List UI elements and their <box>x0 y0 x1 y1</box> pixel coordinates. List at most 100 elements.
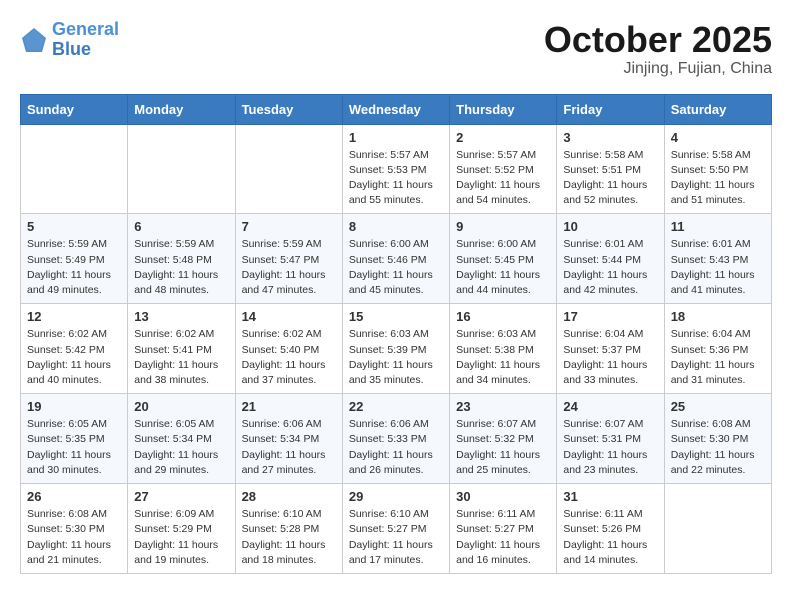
location: Jinjing, Fujian, China <box>544 60 772 78</box>
calendar-cell: 8 Sunrise: 6:00 AM Sunset: 5:46 PM Daylig… <box>342 214 449 304</box>
calendar-cell: 1 Sunrise: 5:57 AM Sunset: 5:53 PM Daylig… <box>342 124 449 214</box>
day-number: 5 <box>27 219 121 234</box>
day-number: 19 <box>27 399 121 414</box>
day-number: 26 <box>27 489 121 504</box>
calendar-cell: 12 Sunrise: 6:02 AM Sunset: 5:42 PM Dayli… <box>21 304 128 394</box>
calendar-cell: 29Sunrise: 6:10 AM Sunset: 5:27 PM Dayli… <box>342 484 449 574</box>
calendar-cell: 19 Sunrise: 6:05 AM Sunset: 5:35 PM Dayli… <box>21 394 128 484</box>
calendar-cell: 4 Sunrise: 5:58 AM Sunset: 5:50 PM Daylig… <box>664 124 771 214</box>
weekday-header: Thursday <box>450 94 557 124</box>
day-number: 22 <box>349 399 443 414</box>
day-number: 11 <box>671 219 765 234</box>
weekday-header: Wednesday <box>342 94 449 124</box>
day-info: Sunrise: 5:59 AM Sunset: 5:47 PM Dayligh… <box>242 237 336 298</box>
day-info: Sunrise: 6:07 AM Sunset: 5:31 PM Dayligh… <box>563 417 657 478</box>
day-number: 14 <box>242 309 336 324</box>
day-number: 16 <box>456 309 550 324</box>
day-info: Sunrise: 6:00 AM Sunset: 5:46 PM Dayligh… <box>349 237 443 298</box>
weekday-header: Friday <box>557 94 664 124</box>
calendar-cell: 16 Sunrise: 6:03 AM Sunset: 5:38 PM Dayli… <box>450 304 557 394</box>
calendar-cell: 3 Sunrise: 5:58 AM Sunset: 5:51 PM Daylig… <box>557 124 664 214</box>
calendar-cell: 30 Sunrise: 6:11 AM Sunset: 5:27 PM Dayli… <box>450 484 557 574</box>
weekday-header: Sunday <box>21 94 128 124</box>
calendar-week-row: 5Sunrise: 5:59 AM Sunset: 5:49 PM Daylig… <box>21 214 772 304</box>
day-info: Sunrise: 6:08 AM Sunset: 5:30 PM Dayligh… <box>671 417 765 478</box>
weekday-header: Monday <box>128 94 235 124</box>
day-number: 17 <box>563 309 657 324</box>
weekday-header-row: SundayMondayTuesdayWednesdayThursdayFrid… <box>21 94 772 124</box>
weekday-header: Saturday <box>664 94 771 124</box>
title-block: October 2025 Jinjing, Fujian, China <box>544 20 772 78</box>
day-number: 8 <box>349 219 443 234</box>
day-info: Sunrise: 6:06 AM Sunset: 5:33 PM Dayligh… <box>349 417 443 478</box>
day-info: Sunrise: 6:05 AM Sunset: 5:35 PM Dayligh… <box>27 417 121 478</box>
day-number: 10 <box>563 219 657 234</box>
day-info: Sunrise: 5:58 AM Sunset: 5:51 PM Dayligh… <box>563 148 657 209</box>
weekday-header: Tuesday <box>235 94 342 124</box>
day-info: Sunrise: 6:04 AM Sunset: 5:36 PM Dayligh… <box>671 327 765 388</box>
day-number: 27 <box>134 489 228 504</box>
day-number: 24 <box>563 399 657 414</box>
calendar-cell: 27 Sunrise: 6:09 AM Sunset: 5:29 PM Dayli… <box>128 484 235 574</box>
day-number: 9 <box>456 219 550 234</box>
calendar-cell: 24 Sunrise: 6:07 AM Sunset: 5:31 PM Dayli… <box>557 394 664 484</box>
logo-icon <box>20 26 48 54</box>
day-info: Sunrise: 5:58 AM Sunset: 5:50 PM Dayligh… <box>671 148 765 209</box>
day-number: 21 <box>242 399 336 414</box>
calendar-cell: 10 Sunrise: 6:01 AM Sunset: 5:44 PM Dayli… <box>557 214 664 304</box>
calendar-cell: 23 Sunrise: 6:07 AM Sunset: 5:32 PM Dayli… <box>450 394 557 484</box>
calendar-table: SundayMondayTuesdayWednesdayThursdayFrid… <box>20 94 772 574</box>
day-info: Sunrise: 6:03 AM Sunset: 5:39 PM Dayligh… <box>349 327 443 388</box>
day-number: 7 <box>242 219 336 234</box>
logo-text: General Blue <box>52 20 119 60</box>
calendar-cell: 15Sunrise: 6:03 AM Sunset: 5:39 PM Dayli… <box>342 304 449 394</box>
day-number: 3 <box>563 130 657 145</box>
calendar-cell: 14Sunrise: 6:02 AM Sunset: 5:40 PM Dayli… <box>235 304 342 394</box>
day-number: 20 <box>134 399 228 414</box>
day-info: Sunrise: 5:57 AM Sunset: 5:52 PM Dayligh… <box>456 148 550 209</box>
day-info: Sunrise: 6:01 AM Sunset: 5:44 PM Dayligh… <box>563 237 657 298</box>
calendar-cell: 2 Sunrise: 5:57 AM Sunset: 5:52 PM Daylig… <box>450 124 557 214</box>
calendar-cell: 25 Sunrise: 6:08 AM Sunset: 5:30 PM Dayli… <box>664 394 771 484</box>
day-info: Sunrise: 6:02 AM Sunset: 5:42 PM Dayligh… <box>27 327 121 388</box>
calendar-week-row: 19 Sunrise: 6:05 AM Sunset: 5:35 PM Dayli… <box>21 394 772 484</box>
logo: General Blue <box>20 20 119 60</box>
day-info: Sunrise: 6:02 AM Sunset: 5:41 PM Dayligh… <box>134 327 228 388</box>
day-number: 28 <box>242 489 336 504</box>
day-number: 30 <box>456 489 550 504</box>
day-info: Sunrise: 6:07 AM Sunset: 5:32 PM Dayligh… <box>456 417 550 478</box>
calendar-cell: 31 Sunrise: 6:11 AM Sunset: 5:26 PM Dayli… <box>557 484 664 574</box>
calendar-cell: 22 Sunrise: 6:06 AM Sunset: 5:33 PM Dayli… <box>342 394 449 484</box>
calendar-cell: 20Sunrise: 6:05 AM Sunset: 5:34 PM Dayli… <box>128 394 235 484</box>
calendar-cell: 9 Sunrise: 6:00 AM Sunset: 5:45 PM Daylig… <box>450 214 557 304</box>
day-info: Sunrise: 6:00 AM Sunset: 5:45 PM Dayligh… <box>456 237 550 298</box>
day-info: Sunrise: 6:04 AM Sunset: 5:37 PM Dayligh… <box>563 327 657 388</box>
day-info: Sunrise: 6:01 AM Sunset: 5:43 PM Dayligh… <box>671 237 765 298</box>
day-number: 31 <box>563 489 657 504</box>
day-number: 23 <box>456 399 550 414</box>
calendar-cell: 28Sunrise: 6:10 AM Sunset: 5:28 PM Dayli… <box>235 484 342 574</box>
calendar-cell: 13 Sunrise: 6:02 AM Sunset: 5:41 PM Dayli… <box>128 304 235 394</box>
day-info: Sunrise: 5:59 AM Sunset: 5:48 PM Dayligh… <box>134 237 228 298</box>
calendar-cell: 11 Sunrise: 6:01 AM Sunset: 5:43 PM Dayli… <box>664 214 771 304</box>
day-number: 13 <box>134 309 228 324</box>
day-info: Sunrise: 6:06 AM Sunset: 5:34 PM Dayligh… <box>242 417 336 478</box>
calendar-cell: 5Sunrise: 5:59 AM Sunset: 5:49 PM Daylig… <box>21 214 128 304</box>
calendar-cell: 21 Sunrise: 6:06 AM Sunset: 5:34 PM Dayli… <box>235 394 342 484</box>
day-info: Sunrise: 6:09 AM Sunset: 5:29 PM Dayligh… <box>134 507 228 568</box>
day-info: Sunrise: 6:11 AM Sunset: 5:27 PM Dayligh… <box>456 507 550 568</box>
day-number: 18 <box>671 309 765 324</box>
day-info: Sunrise: 5:57 AM Sunset: 5:53 PM Dayligh… <box>349 148 443 209</box>
day-number: 25 <box>671 399 765 414</box>
day-number: 12 <box>27 309 121 324</box>
calendar-cell: 7 Sunrise: 5:59 AM Sunset: 5:47 PM Daylig… <box>235 214 342 304</box>
month-title: October 2025 <box>544 20 772 60</box>
day-info: Sunrise: 6:11 AM Sunset: 5:26 PM Dayligh… <box>563 507 657 568</box>
day-number: 2 <box>456 130 550 145</box>
day-number: 4 <box>671 130 765 145</box>
day-number: 1 <box>349 130 443 145</box>
day-info: Sunrise: 6:03 AM Sunset: 5:38 PM Dayligh… <box>456 327 550 388</box>
calendar-cell <box>664 484 771 574</box>
day-number: 6 <box>134 219 228 234</box>
day-info: Sunrise: 6:10 AM Sunset: 5:27 PM Dayligh… <box>349 507 443 568</box>
